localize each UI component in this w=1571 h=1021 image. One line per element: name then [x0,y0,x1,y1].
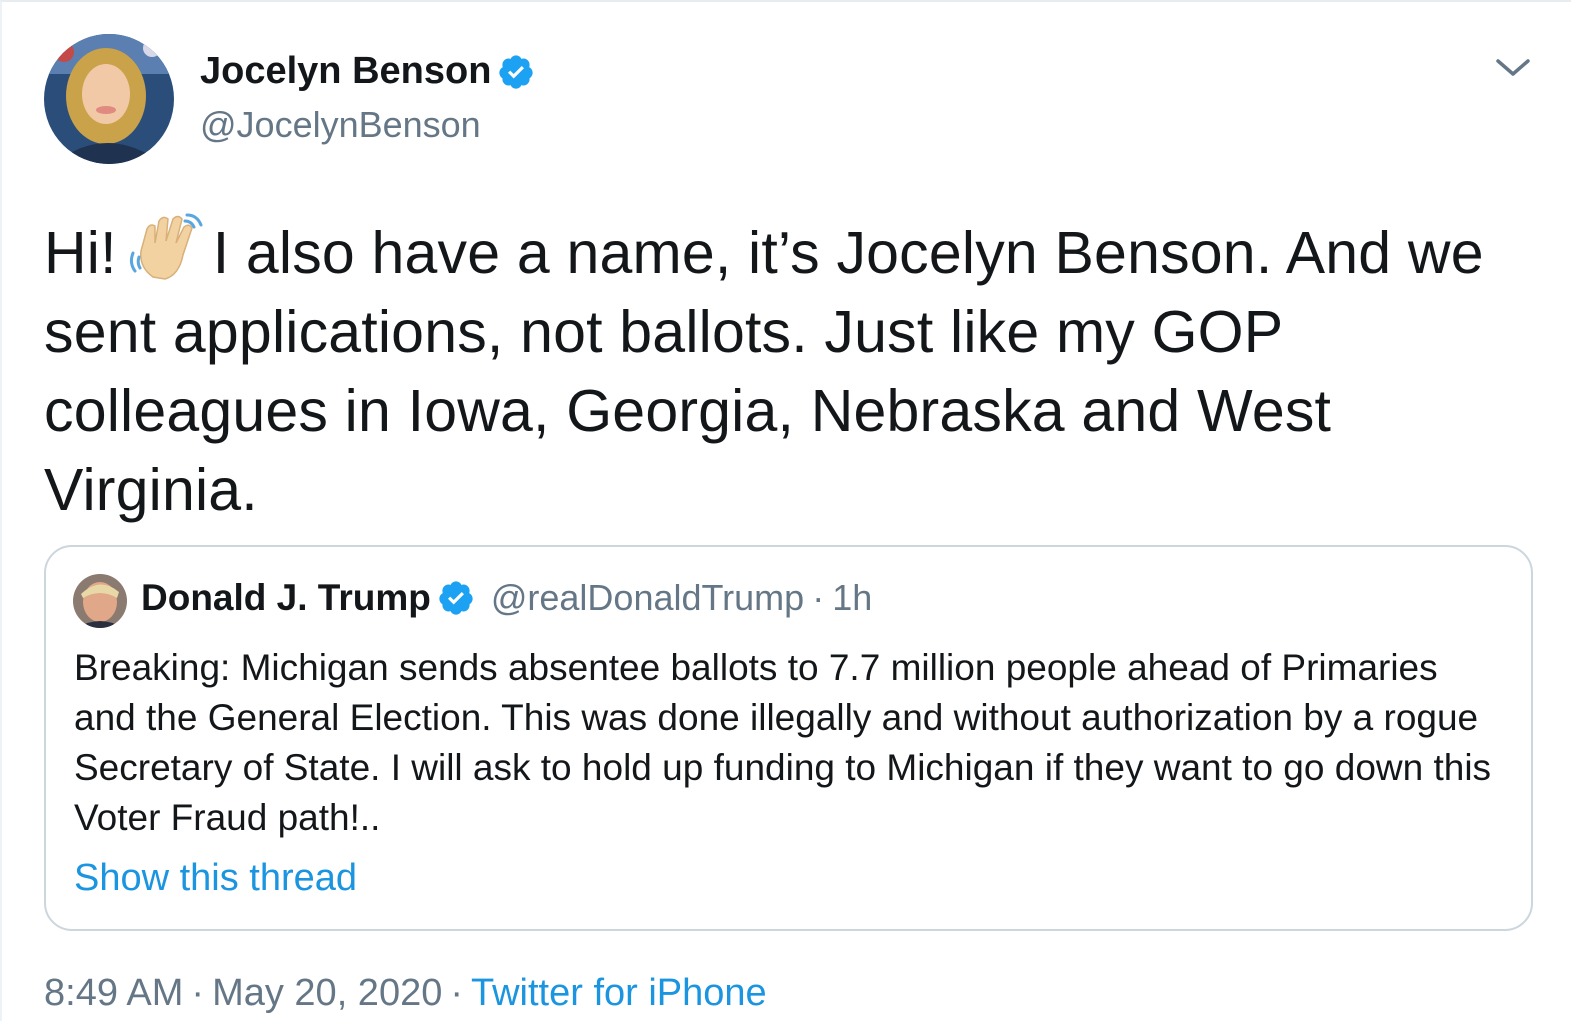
quoted-separator: · [812,577,825,618]
tweet-text-greeting: Hi! [44,220,117,286]
meta-separator: · [450,972,463,1014]
tweet-date[interactable]: May 20, 2020 [212,972,442,1014]
avatar-photo [44,34,174,164]
show-thread-link[interactable]: Show this thread [74,857,357,900]
waving-hand-emoji-icon [129,213,203,280]
meta-separator: · [191,972,205,1014]
tweet-text-body: I also have a name, it’s Jocelyn Benson.… [44,220,1484,523]
quoted-header: Donald J. Trump @realDonaldTrump · 1h [141,577,872,619]
verified-badge-icon [499,54,534,89]
quoted-tweet-text: Breaking: Michigan sends absentee ballot… [74,647,1492,838]
quoted-author-name[interactable]: Donald J. Trump [141,577,431,619]
author-handle[interactable]: @JocelynBenson [200,104,481,146]
quoted-author-avatar[interactable] [73,574,127,628]
tweet-source-link[interactable]: Twitter for iPhone [471,972,767,1014]
tweet-card: Jocelyn Benson @JocelynBenson Hi! I also… [0,0,1571,1021]
author-name[interactable]: Jocelyn Benson [200,50,535,93]
quoted-verified-badge-icon [439,581,473,615]
tweet-text: Hi! I also have a name, it’s Jocelyn Ben… [44,207,1544,530]
quoted-tweet[interactable]: Donald J. Trump @realDonaldTrump · 1h Br… [44,545,1533,931]
tweet-meta: 8:49 AM · May 20, 2020 · Twitter for iPhone [44,972,767,1015]
tweet-time[interactable]: 8:49 AM [44,972,183,1014]
quoted-timestamp[interactable]: 1h [832,577,872,619]
author-avatar[interactable] [44,34,174,164]
quoted-avatar-photo [73,574,127,628]
chevron-down-icon[interactable] [1492,52,1534,82]
author-name-text[interactable]: Jocelyn Benson [200,50,491,93]
quoted-author-handle[interactable]: @realDonaldTrump [491,577,804,619]
